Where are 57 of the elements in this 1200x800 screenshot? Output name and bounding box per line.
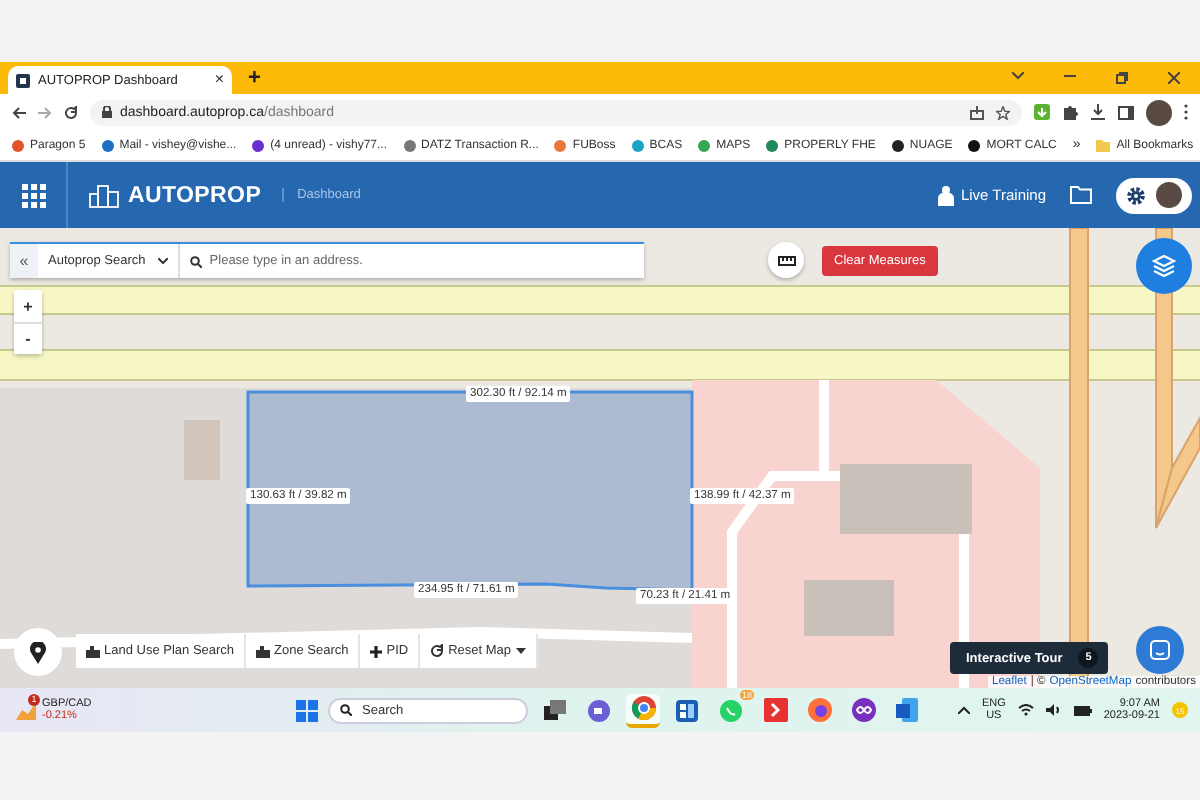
chevron-up-icon[interactable] <box>957 706 970 714</box>
back-icon[interactable] <box>12 105 26 119</box>
ruler-icon <box>777 255 795 265</box>
search-icon <box>340 704 352 716</box>
zoom-in-button[interactable]: + <box>14 290 42 322</box>
search-icon <box>189 255 202 267</box>
person-icon <box>938 185 955 205</box>
selected-parcel[interactable] <box>246 390 696 594</box>
reload-icon[interactable] <box>64 105 78 119</box>
layers-icon <box>1152 254 1176 278</box>
puzzle-icon[interactable] <box>1062 104 1078 120</box>
extension-icon[interactable] <box>1034 104 1050 120</box>
document-icon <box>896 698 918 722</box>
chevron-down-icon <box>157 258 168 264</box>
infinity-icon <box>851 698 875 722</box>
lock-icon <box>102 106 112 118</box>
remote-app-icon <box>763 698 787 722</box>
sidebar-icon[interactable] <box>1118 105 1134 119</box>
brand-name: AUTOPROP <box>128 183 262 207</box>
close-icon[interactable] <box>1168 72 1180 84</box>
star-icon[interactable] <box>996 105 1010 119</box>
chevron-down-icon[interactable] <box>1012 72 1024 80</box>
apps-grid-icon[interactable] <box>21 183 45 207</box>
folder-icon[interactable] <box>1070 186 1092 204</box>
video-chat-icon <box>588 699 610 721</box>
account-menu[interactable] <box>1116 177 1192 213</box>
caret-icon <box>515 648 526 654</box>
battery-icon[interactable] <box>1073 705 1092 715</box>
chat-icon <box>1150 640 1170 660</box>
windows-icon[interactable] <box>296 699 318 721</box>
new-tab-button[interactable]: + <box>248 66 261 90</box>
taskbar-app[interactable] <box>846 693 880 727</box>
chart-icon <box>16 701 36 719</box>
buildings-logo-icon <box>88 183 120 207</box>
user-avatar <box>1156 182 1183 208</box>
wifi-icon[interactable] <box>1017 704 1034 716</box>
browser-icon <box>631 696 655 720</box>
minimize-icon[interactable] <box>1064 72 1076 80</box>
profile-avatar[interactable] <box>1146 99 1172 125</box>
building-icon <box>86 644 100 658</box>
share-icon[interactable] <box>970 105 984 119</box>
close-tab-button[interactable]: × <box>214 72 224 88</box>
settings-icon <box>1125 185 1146 205</box>
restore-icon[interactable] <box>1116 72 1128 84</box>
volume-icon[interactable] <box>1045 704 1062 716</box>
dashboard-icon <box>676 699 698 721</box>
plus-icon <box>370 645 383 657</box>
building-icon <box>256 644 271 658</box>
map-pin-icon <box>30 641 46 663</box>
taskview-icon <box>544 700 566 720</box>
collapse-button[interactable]: « <box>10 244 38 278</box>
folder-icon <box>1096 139 1111 151</box>
site-icon <box>16 73 30 87</box>
refresh-icon <box>430 644 445 658</box>
zoom-out-button[interactable]: - <box>14 322 42 354</box>
download-icon[interactable] <box>1090 104 1106 120</box>
firefox-icon <box>807 698 831 722</box>
